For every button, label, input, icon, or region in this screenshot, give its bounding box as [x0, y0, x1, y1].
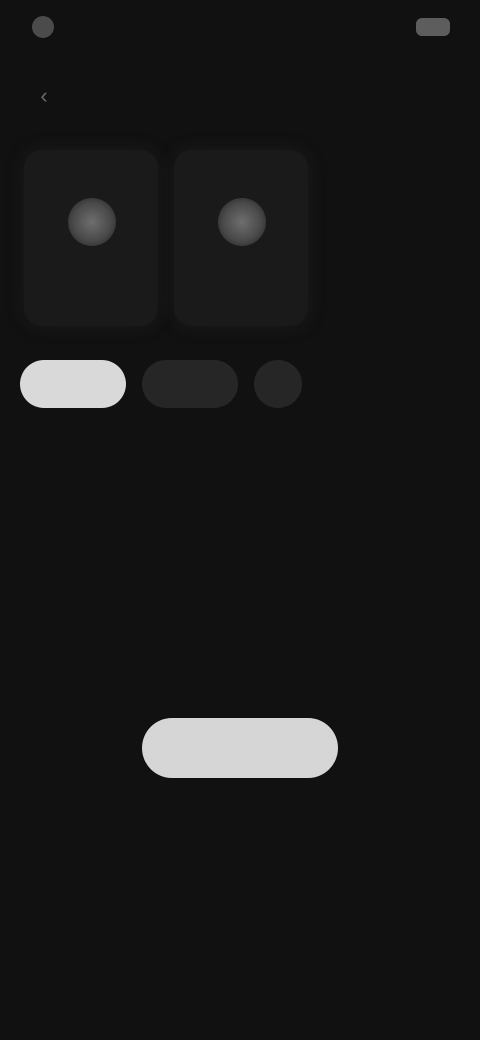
card-image-icon [68, 198, 116, 246]
filter-chip[interactable] [254, 360, 302, 408]
status-bar [0, 12, 480, 48]
primary-action-button[interactable] [142, 718, 338, 778]
chevron-left-icon: ‹ [40, 83, 48, 108]
empty-state [0, 560, 480, 574]
filter-chip[interactable] [142, 360, 238, 408]
status-indicator-icon [32, 16, 54, 38]
filter-chip-active[interactable] [20, 360, 126, 408]
header: ‹ [0, 72, 480, 120]
status-left [32, 16, 64, 38]
card-row [24, 150, 308, 326]
back-button[interactable]: ‹ [26, 82, 62, 110]
status-right [406, 18, 450, 36]
filter-chips [20, 360, 302, 408]
page-title [165, 84, 315, 108]
card-item[interactable] [174, 150, 308, 326]
card-image-icon [218, 198, 266, 246]
battery-icon [416, 18, 450, 36]
card-item[interactable] [24, 150, 158, 326]
